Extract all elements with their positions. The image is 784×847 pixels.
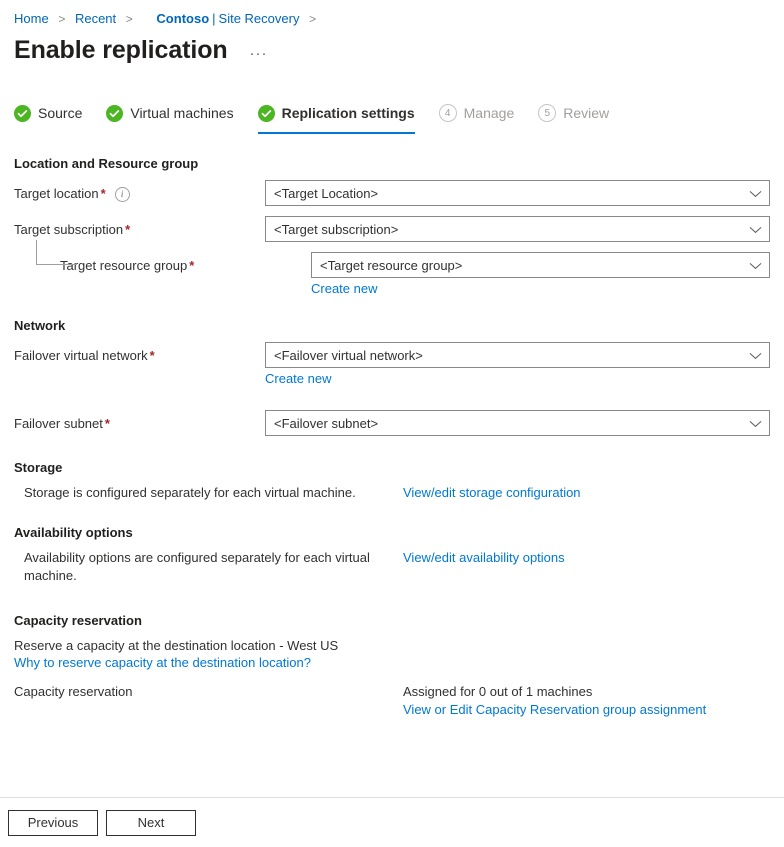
view-edit-capacity-reservation-group-link[interactable]: View or Edit Capacity Reservation group …: [403, 701, 706, 719]
section-heading-storage: Storage: [14, 460, 770, 475]
step-number-icon: 4: [439, 104, 457, 122]
capacity-assignment-status: Assigned for 0 out of 1 machines: [403, 683, 770, 701]
field-control-target-subscription: <Target subscription>: [265, 216, 770, 242]
tab-review[interactable]: 5 Review: [538, 97, 609, 134]
breadcrumb-resource-section[interactable]: Site Recovery: [219, 11, 300, 26]
view-edit-availability-options-link[interactable]: View/edit availability options: [403, 549, 565, 567]
field-control-target-resource-group: <Target resource group> Create new: [311, 252, 770, 296]
dropdown-value: <Target resource group>: [320, 258, 462, 273]
more-options-icon[interactable]: ···: [246, 43, 272, 64]
field-row-failover-virtual-network: Failover virtual network* <Failover virt…: [14, 342, 770, 386]
tab-label: Replication settings: [282, 105, 415, 121]
chevron-down-icon: [749, 348, 762, 363]
form-content: Location and Resource group Target locat…: [0, 156, 784, 719]
field-label-text: Target subscription: [14, 222, 123, 237]
check-circle-icon: [258, 105, 275, 122]
field-label-failover-virtual-network: Failover virtual network*: [14, 342, 265, 364]
field-label-failover-subnet: Failover subnet*: [14, 410, 265, 432]
target-resource-group-dropdown[interactable]: <Target resource group>: [311, 252, 770, 278]
page-header: Enable replication ···: [0, 28, 784, 66]
tab-virtual-machines[interactable]: Virtual machines: [106, 97, 233, 134]
tab-manage[interactable]: 4 Manage: [439, 97, 515, 134]
tab-label: Review: [563, 105, 609, 121]
field-control-target-location: <Target Location>: [265, 180, 770, 206]
required-marker: *: [101, 186, 106, 201]
create-new-resource-group-link[interactable]: Create new: [311, 281, 377, 296]
breadcrumb-item-resource[interactable]: Contoso| Site Recovery: [156, 11, 303, 26]
tab-label: Virtual machines: [130, 105, 233, 121]
field-row-target-resource-group: Target resource group* <Target resource …: [14, 252, 770, 296]
field-label-text: Target resource group: [60, 258, 187, 273]
capacity-why-link-row: Why to reserve capacity at the destinati…: [14, 655, 770, 670]
chevron-down-icon: [749, 186, 762, 201]
storage-description: Storage is configured separately for eac…: [14, 484, 403, 502]
section-heading-location: Location and Resource group: [14, 156, 770, 171]
chevron-down-icon: [749, 416, 762, 431]
check-circle-icon: [106, 105, 123, 122]
target-location-dropdown[interactable]: <Target Location>: [265, 180, 770, 206]
dropdown-value: <Target subscription>: [274, 222, 398, 237]
required-marker: *: [125, 222, 130, 237]
field-label-target-location: Target location* i: [14, 180, 265, 202]
dropdown-value: <Failover subnet>: [274, 416, 378, 431]
required-marker: *: [150, 348, 155, 363]
wizard-step-tabs: Source Virtual machines Replication sett…: [0, 100, 784, 134]
field-row-failover-subnet: Failover subnet* <Failover subnet>: [14, 410, 770, 436]
failover-virtual-network-dropdown[interactable]: <Failover virtual network>: [265, 342, 770, 368]
breadcrumb-separator: >: [126, 12, 133, 26]
tab-label: Source: [38, 105, 82, 121]
required-marker: *: [105, 416, 110, 431]
tab-replication-settings[interactable]: Replication settings: [258, 97, 415, 134]
next-button[interactable]: Next: [106, 810, 196, 836]
capacity-reservation-label: Capacity reservation: [14, 683, 403, 701]
field-label-text: Target location: [14, 186, 99, 201]
breadcrumb-resource-name[interactable]: Contoso: [156, 11, 209, 26]
breadcrumb-item-home[interactable]: Home: [14, 11, 49, 26]
field-control-failover-subnet: <Failover subnet>: [265, 410, 770, 436]
view-edit-storage-configuration-link[interactable]: View/edit storage configuration: [403, 484, 581, 502]
storage-info-row: Storage is configured separately for eac…: [14, 484, 770, 502]
wizard-footer: Previous Next: [0, 798, 784, 847]
page-title: Enable replication: [14, 34, 228, 66]
field-label-text: Failover virtual network: [14, 348, 148, 363]
availability-info-row: Availability options are configured sepa…: [14, 549, 770, 585]
field-control-failover-virtual-network: <Failover virtual network> Create new: [265, 342, 770, 386]
breadcrumb-pipe: |: [212, 11, 215, 26]
availability-link-cell: View/edit availability options: [403, 549, 770, 567]
section-heading-availability: Availability options: [14, 525, 770, 540]
dropdown-value: <Failover virtual network>: [274, 348, 423, 363]
capacity-reservation-row: Capacity reservation Assigned for 0 out …: [14, 683, 770, 719]
field-row-target-location: Target location* i <Target Location>: [14, 180, 770, 206]
previous-button[interactable]: Previous: [8, 810, 98, 836]
field-row-target-subscription: Target subscription* <Target subscriptio…: [14, 216, 770, 242]
section-heading-capacity: Capacity reservation: [14, 613, 770, 628]
breadcrumb-separator: >: [309, 12, 316, 26]
tab-source[interactable]: Source: [14, 97, 82, 134]
field-label-text: Failover subnet: [14, 416, 103, 431]
failover-subnet-dropdown[interactable]: <Failover subnet>: [265, 410, 770, 436]
section-heading-network: Network: [14, 318, 770, 333]
dropdown-value: <Target Location>: [274, 186, 378, 201]
info-icon[interactable]: i: [115, 187, 130, 202]
breadcrumb: Home > Recent > Contoso| Site Recovery >: [0, 0, 784, 28]
chevron-down-icon: [749, 258, 762, 273]
required-marker: *: [189, 258, 194, 273]
why-reserve-capacity-link[interactable]: Why to reserve capacity at the destinati…: [14, 655, 311, 670]
capacity-reservation-status-cell: Assigned for 0 out of 1 machines View or…: [403, 683, 770, 719]
create-new-virtual-network-link[interactable]: Create new: [265, 371, 331, 386]
tab-label: Manage: [464, 105, 515, 121]
storage-link-cell: View/edit storage configuration: [403, 484, 770, 502]
chevron-down-icon: [749, 222, 762, 237]
breadcrumb-separator: >: [58, 12, 65, 26]
field-label-target-resource-group: Target resource group*: [14, 252, 311, 274]
check-circle-icon: [14, 105, 31, 122]
capacity-description: Reserve a capacity at the destination lo…: [14, 637, 770, 655]
availability-description: Availability options are configured sepa…: [14, 549, 403, 585]
field-label-target-subscription: Target subscription*: [14, 216, 265, 238]
breadcrumb-item-recent[interactable]: Recent: [75, 11, 116, 26]
target-subscription-dropdown[interactable]: <Target subscription>: [265, 216, 770, 242]
step-number-icon: 5: [538, 104, 556, 122]
